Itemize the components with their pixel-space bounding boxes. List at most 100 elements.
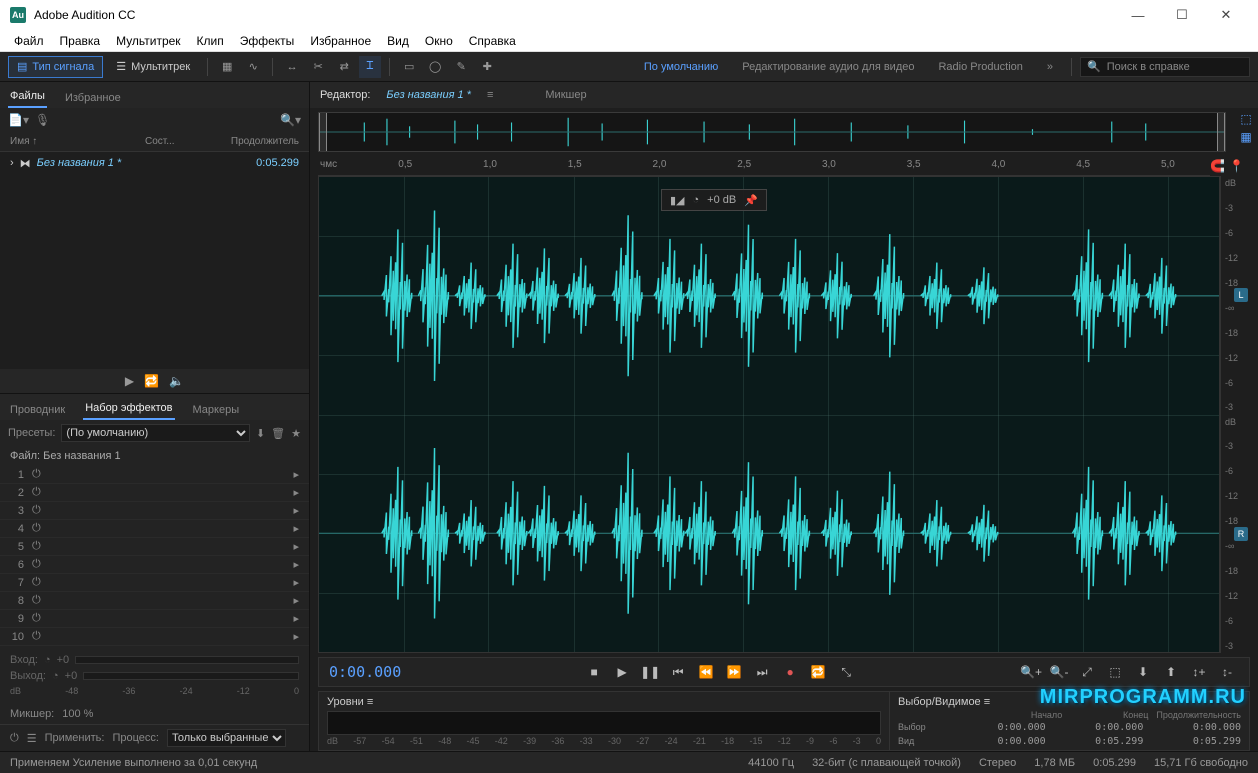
hud-value[interactable]: +0 dB bbox=[707, 194, 736, 206]
workspace-audio-video[interactable]: Редактирование аудио для видео bbox=[732, 61, 924, 73]
fx-slot[interactable]: 6⏻▸ bbox=[0, 556, 309, 574]
fx-slot[interactable]: 1⏻▸ bbox=[0, 466, 309, 484]
panel-menu-icon[interactable]: ≡ bbox=[487, 89, 493, 101]
chevron-right-icon[interactable]: ▸ bbox=[293, 630, 299, 643]
close-button[interactable]: ✕ bbox=[1204, 0, 1248, 30]
brush-tool-icon[interactable]: ✎ bbox=[450, 56, 472, 78]
power-icon[interactable]: ⏻ bbox=[10, 732, 19, 745]
slip-tool-icon[interactable]: ⇄ bbox=[333, 56, 355, 78]
autoplay-icon[interactable]: 🔈 bbox=[169, 374, 184, 388]
process-select[interactable]: Только выбранные bbox=[167, 729, 286, 747]
zoom-in-icon[interactable]: 🔍+ bbox=[1019, 662, 1043, 682]
wave-canvas[interactable]: ▮◢ ◔ +0 dB 📌 bbox=[318, 176, 1220, 653]
menu-effects[interactable]: Эффекты bbox=[232, 31, 303, 51]
menu-clip[interactable]: Клип bbox=[189, 31, 232, 51]
view-end[interactable]: 0:05.299 bbox=[1054, 736, 1144, 747]
workspace-radio[interactable]: Radio Production bbox=[928, 61, 1032, 73]
playhead-pin-icon[interactable]: 📍 bbox=[1229, 159, 1244, 173]
power-icon[interactable]: ⏻ bbox=[32, 540, 41, 553]
chevron-right-icon[interactable]: ▸ bbox=[293, 612, 299, 625]
list-icon[interactable]: ☰ bbox=[27, 732, 37, 745]
editor-file-name[interactable]: Без названия 1 * bbox=[386, 89, 471, 101]
col-name[interactable]: Имя ↑ bbox=[10, 136, 137, 147]
hud-pin-icon[interactable]: 📌 bbox=[744, 194, 758, 207]
forward-button[interactable]: ⏩ bbox=[722, 662, 746, 682]
menu-file[interactable]: Файл bbox=[6, 31, 52, 51]
input-value[interactable]: +0 bbox=[57, 654, 70, 666]
chevron-right-icon[interactable]: ▸ bbox=[293, 576, 299, 589]
expand-icon[interactable]: › bbox=[10, 157, 14, 169]
fx-slot[interactable]: 4⏻▸ bbox=[0, 520, 309, 538]
gain-hud[interactable]: ▮◢ ◔ +0 dB 📌 bbox=[661, 189, 767, 211]
spectral-toggle-icon[interactable]: ▦ bbox=[1240, 130, 1251, 144]
razor-tool-icon[interactable]: ✂ bbox=[307, 56, 329, 78]
spectral-freq-icon[interactable]: ▦ bbox=[216, 56, 238, 78]
zoom-nav-icon[interactable]: ⬚ bbox=[1240, 112, 1251, 126]
panel-menu-icon[interactable]: ≡ bbox=[367, 696, 373, 708]
overview-handle-left[interactable] bbox=[319, 113, 327, 151]
chevron-right-icon[interactable]: ▸ bbox=[293, 486, 299, 499]
menu-edit[interactable]: Правка bbox=[52, 31, 109, 51]
minimize-button[interactable]: — bbox=[1116, 0, 1160, 30]
play-button[interactable]: ▶ bbox=[610, 662, 634, 682]
record-file-icon[interactable]: 🎙 bbox=[35, 113, 50, 127]
filter-input-icon[interactable]: 🔍▾ bbox=[280, 113, 301, 127]
mixer-value[interactable]: 100 % bbox=[62, 708, 93, 720]
chevron-right-icon[interactable]: ▸ bbox=[293, 558, 299, 571]
zoom-full-icon[interactable]: ⤢ bbox=[1075, 662, 1099, 682]
zoom-out-point-icon[interactable]: ⬆ bbox=[1159, 662, 1183, 682]
move-tool-icon[interactable]: ↔ bbox=[281, 56, 303, 78]
waveform-display[interactable]: ▮◢ ◔ +0 dB 📌 dB -3 -6 -12 -18 -∞ -18 -12… bbox=[318, 176, 1250, 653]
col-state[interactable]: Сост... bbox=[145, 136, 201, 147]
record-button[interactable]: ● bbox=[778, 662, 802, 682]
panel-menu-icon[interactable]: ≡ bbox=[984, 696, 990, 708]
power-icon[interactable]: ⏻ bbox=[32, 612, 41, 625]
zoom-out-icon[interactable]: 🔍- bbox=[1047, 662, 1071, 682]
lasso-tool-icon[interactable]: ◯ bbox=[424, 56, 446, 78]
channel-r-badge[interactable]: R bbox=[1234, 527, 1248, 541]
chevron-right-icon[interactable]: ▸ bbox=[293, 522, 299, 535]
loop-button[interactable]: 🔁 bbox=[806, 662, 830, 682]
menu-window[interactable]: Окно bbox=[417, 31, 461, 51]
play-preview-icon[interactable]: ▶ bbox=[125, 374, 134, 388]
zoom-amp-out-icon[interactable]: ↕- bbox=[1215, 662, 1239, 682]
chevron-right-icon[interactable]: ▸ bbox=[293, 504, 299, 517]
overview-handle-right[interactable] bbox=[1217, 113, 1225, 151]
power-icon[interactable]: ⏻ bbox=[32, 504, 41, 517]
go-end-button[interactable]: ⏭ bbox=[750, 662, 774, 682]
fx-slot[interactable]: 9⏻▸ bbox=[0, 610, 309, 628]
power-icon[interactable]: ⏻ bbox=[32, 630, 41, 643]
fx-slot[interactable]: 2⏻▸ bbox=[0, 484, 309, 502]
maximize-button[interactable]: ☐ bbox=[1160, 0, 1204, 30]
save-preset-icon[interactable]: ⬇ bbox=[256, 427, 265, 440]
zoom-selection-icon[interactable]: ⬚ bbox=[1103, 662, 1127, 682]
zoom-in-point-icon[interactable]: ⬇ bbox=[1131, 662, 1155, 682]
tab-mixer[interactable]: Микшер bbox=[545, 89, 586, 101]
skip-selection-button[interactable]: ⤡ bbox=[834, 662, 858, 682]
power-icon[interactable]: ⏻ bbox=[32, 558, 41, 571]
workspace-default[interactable]: По умолчанию bbox=[634, 61, 728, 73]
stop-button[interactable]: ■ bbox=[582, 662, 606, 682]
overview-waveform[interactable] bbox=[318, 112, 1226, 152]
star-preset-icon[interactable]: ★ bbox=[291, 427, 301, 440]
multitrack-mode-button[interactable]: ☰ Мультитрек bbox=[107, 56, 199, 78]
channel-l-badge[interactable]: L bbox=[1234, 288, 1248, 302]
loop-preview-icon[interactable]: 🔁 bbox=[144, 374, 159, 388]
rewind-button[interactable]: ⏪ bbox=[694, 662, 718, 682]
power-icon[interactable]: ⏻ bbox=[32, 594, 41, 607]
spectral-pitch-icon[interactable]: ∿ bbox=[242, 56, 264, 78]
delete-preset-icon[interactable]: 🗑 bbox=[271, 427, 285, 440]
tab-conductor[interactable]: Проводник bbox=[8, 400, 67, 420]
power-icon[interactable]: ⏻ bbox=[32, 522, 41, 535]
help-search-input[interactable]: 🔍 Поиск в справке bbox=[1080, 57, 1250, 77]
power-icon[interactable]: ⏻ bbox=[32, 468, 41, 481]
go-start-button[interactable]: ⏮ bbox=[666, 662, 690, 682]
heal-tool-icon[interactable]: ✚ bbox=[476, 56, 498, 78]
apply-label[interactable]: Применить: bbox=[45, 732, 105, 744]
tab-files[interactable]: Файлы bbox=[8, 86, 47, 108]
fx-slot[interactable]: 8⏻▸ bbox=[0, 592, 309, 610]
view-start[interactable]: 0:00.000 bbox=[956, 736, 1046, 747]
col-duration[interactable]: Продолжитель bbox=[209, 136, 299, 147]
power-icon[interactable]: ⏻ bbox=[32, 486, 41, 499]
sel-end[interactable]: 0:00.000 bbox=[1054, 722, 1144, 733]
